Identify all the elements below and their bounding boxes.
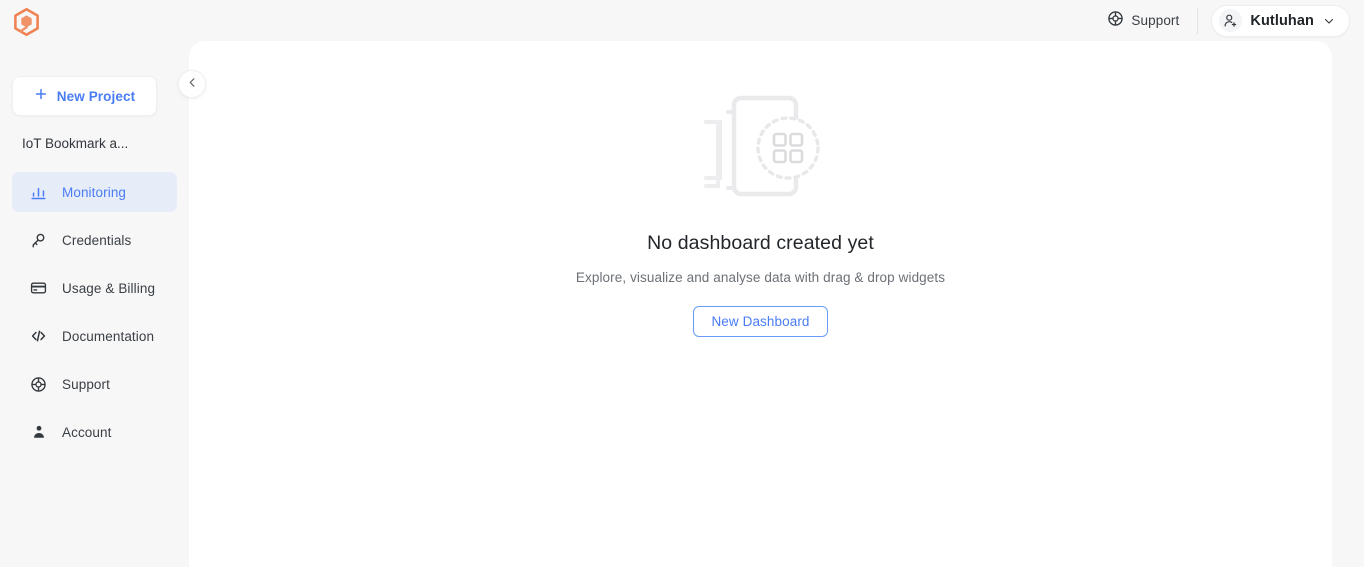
sidebar-item-documentation[interactable]: Documentation [12,316,177,356]
chevron-down-icon [1323,15,1335,27]
bar-chart-icon [30,184,47,201]
sidebar-item-monitoring[interactable]: Monitoring [12,172,177,212]
person-icon [30,424,47,441]
sidebar-item-label: Usage & Billing [62,280,156,296]
user-menu-button[interactable]: Kutluhan [1211,4,1350,37]
lifebuoy-icon [1107,10,1124,32]
plus-icon [34,87,48,106]
sidebar-item-label: Monitoring [62,184,127,200]
add-user-icon [1219,9,1243,32]
new-project-label: New Project [56,88,136,104]
empty-state: No dashboard created yet Explore, visual… [189,90,1332,337]
topbar-support-label: Support [1131,13,1180,28]
sidebar-nav: Monitoring Credentials Usage & Billing D… [0,172,189,460]
new-dashboard-button[interactable]: New Dashboard [693,306,828,337]
sidebar-item-account[interactable]: Account [12,412,177,452]
sidebar-item-label: Credentials [62,232,132,248]
current-project-name[interactable]: IoT Bookmark a... [22,136,172,151]
sidebar-item-credentials[interactable]: Credentials [12,220,177,260]
code-icon [30,328,47,345]
topbar-divider [1197,7,1199,34]
empty-dashboard-illustration [686,90,836,210]
lifebuoy-icon [30,376,47,393]
sidebar: New Project IoT Bookmark a... Monitoring [0,41,189,567]
empty-state-subtitle: Explore, visualize and analyse data with… [575,270,946,285]
new-project-button[interactable]: New Project [12,76,157,116]
user-name-label: Kutluhan [1250,12,1314,29]
sidebar-item-usage-billing[interactable]: Usage & Billing [12,268,177,308]
key-icon [30,232,47,249]
top-bar: Support Kutluhan [0,0,1364,41]
topbar-actions: Support Kutluhan [1107,0,1350,41]
topbar-support-button[interactable]: Support [1107,8,1197,34]
sidebar-item-label: Support [62,376,110,392]
content-panel: No dashboard created yet Explore, visual… [189,41,1332,567]
empty-state-title: No dashboard created yet [647,232,874,254]
chevron-left-icon [187,75,198,93]
sidebar-item-label: Account [62,424,112,440]
sidebar-item-support[interactable]: Support [12,364,177,404]
hexagon-logo-icon[interactable] [12,7,41,38]
credit-card-icon [30,280,47,297]
sidebar-collapse-button[interactable] [178,70,206,98]
sidebar-item-label: Documentation [62,328,155,344]
